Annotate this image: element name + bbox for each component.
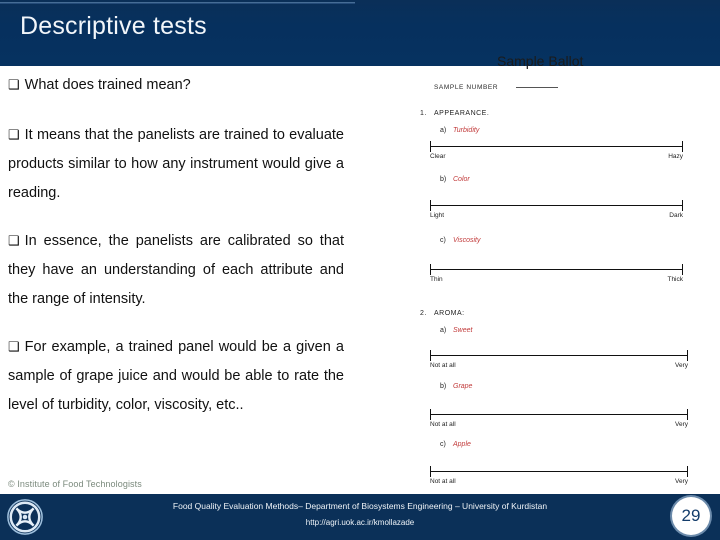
sample-number-label: SAMPLE NUMBER (434, 84, 499, 91)
scale-line (430, 205, 683, 207)
ballot-item-color-letter: b) (440, 176, 447, 183)
sample-number-blank (516, 80, 559, 88)
ballot-item-turbidity-letter: a) (440, 127, 447, 134)
checkbox-bullet-icon: ❑ (8, 77, 20, 92)
bullet-list: ❑ What does trained mean? ❑ It means that … (8, 70, 344, 438)
ballot-item-turbidity-attribute: Turbidity (453, 127, 480, 134)
scale-anchor-right: Thick (667, 276, 683, 283)
footer-course-text: Food Quality Evaluation Methods– Departm… (172, 501, 548, 511)
ballot-item-sweet-label: a) Sweet (440, 327, 472, 334)
scale-anchor-right: Very (674, 478, 688, 485)
ballot-section-2-number: 2. (420, 310, 427, 317)
ballot-scale-sweet[interactable]: Not at all Very (430, 350, 688, 369)
page-number: 29 (681, 506, 701, 525)
ballot-item-apple-letter: c) (440, 441, 446, 448)
ballot-item-color-attribute: Color (453, 176, 470, 183)
scale-line (430, 355, 688, 357)
ballot-scale-apple[interactable]: Not at all Very (430, 466, 688, 485)
header-accent-line-secondary (0, 3, 355, 4)
scale-anchor-right: Very (674, 421, 688, 428)
scale-line (430, 471, 688, 473)
scale-anchor-left: Not at all (430, 362, 456, 369)
scale-anchor-right: Dark (669, 212, 683, 219)
scale-anchor-left: Light (430, 212, 445, 219)
scale-tick-left (430, 466, 432, 477)
ballot-item-viscosity-label: c) Viscosity (440, 237, 481, 244)
ballot-scale-turbidity[interactable]: Clear Hazy (430, 141, 683, 160)
ballot-section-1-name: APPEARANCE. (434, 110, 490, 117)
ballot-item-grape-attribute: Grape (453, 383, 473, 390)
bullet-item-2: ❑ It means that the panelists are trained… (8, 120, 344, 208)
scale-tick-right (686, 466, 688, 477)
slide-footer: Food Quality Evaluation Methods– Departm… (0, 494, 720, 540)
scale-anchor-right: Very (674, 362, 688, 369)
page-title: Descriptive tests (20, 12, 207, 40)
ballot-item-sweet-attribute: Sweet (453, 327, 473, 334)
sample-number-row: SAMPLE NUMBER (434, 80, 559, 91)
ballot-item-grape-letter: b) (440, 383, 447, 390)
scale-tick-left (430, 264, 432, 275)
ballot-scale-viscosity[interactable]: Thin Thick (430, 264, 683, 283)
scale-tick-left (430, 141, 432, 152)
ballot-item-apple-attribute: Apple (453, 441, 471, 448)
ballot-item-viscosity-letter: c) (440, 237, 446, 244)
ballot-item-turbidity-label: a) Turbidity (440, 127, 479, 134)
ballot-item-viscosity-attribute: Viscosity (453, 237, 481, 244)
bullet-text-3: In essence, the panelists are calibrated… (8, 233, 344, 307)
bullet-text-2: It means that the panelists are trained … (8, 127, 344, 201)
scale-line (430, 146, 683, 148)
scale-tick-left (430, 409, 432, 420)
ballot-section-1-number: 1. (420, 110, 427, 117)
ballot-item-color-label: b) Color (440, 176, 470, 183)
scale-tick-left (430, 350, 432, 361)
scale-line (430, 414, 688, 416)
ballot-title: Sample Ballot (497, 53, 584, 69)
ballot-scale-grape[interactable]: Not at all Very (430, 409, 688, 428)
image-credit: © Institute of Food Technologists (8, 479, 142, 489)
bullet-item-3: ❑ In essence, the panelists are calibrate… (8, 226, 344, 314)
scale-line (430, 269, 683, 271)
scale-tick-right (681, 200, 683, 211)
scale-tick-right (686, 409, 688, 420)
bullet-item-4: ❑ For example, a trained panel would be a… (8, 332, 344, 420)
checkbox-bullet-icon: ❑ (8, 127, 20, 142)
footer-url: http://agri.uok.ac.ir/kmollazade (305, 518, 415, 527)
ballot-section-2-heading: 2. AROMA: (420, 310, 465, 317)
scale-tick-right (681, 264, 683, 275)
bullet-text-4: For example, a trained panel would be a … (8, 339, 344, 413)
ballot-item-apple-label: c) Apple (440, 441, 471, 448)
page-number-badge: 29 (672, 497, 710, 535)
bullet-text-1: What does trained mean? (24, 77, 191, 93)
sample-ballot-image: SAMPLE NUMBER 1. APPEARANCE. a) Turbidity … (404, 72, 716, 494)
slide-header: Descriptive tests (0, 0, 720, 66)
ballot-item-grape-label: b) Grape (440, 383, 472, 390)
ballot-section-2-name: AROMA: (434, 310, 465, 317)
checkbox-bullet-icon: ❑ (8, 233, 20, 248)
scale-tick-right (686, 350, 688, 361)
checkbox-bullet-icon: ❑ (8, 339, 20, 354)
scale-anchor-left: Clear (430, 153, 446, 160)
ballot-section-1-heading: 1. APPEARANCE. (420, 110, 489, 117)
ballot-item-sweet-letter: a) (440, 327, 447, 334)
bullet-item-1: ❑ What does trained mean? (8, 70, 344, 100)
scale-anchor-left: Not at all (430, 421, 456, 428)
scale-anchor-right: Hazy (668, 153, 683, 160)
scale-tick-right (681, 141, 683, 152)
scale-anchor-left: Not at all (430, 478, 456, 485)
scale-tick-left (430, 200, 432, 211)
scale-anchor-left: Thin (430, 276, 443, 283)
ballot-scale-color[interactable]: Light Dark (430, 200, 683, 219)
